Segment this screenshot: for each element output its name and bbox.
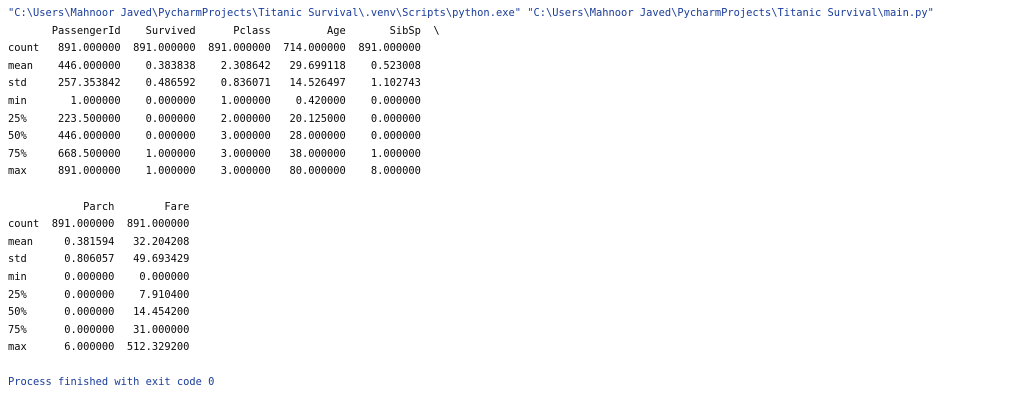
describe-table-2-row: std 0.806057 49.693429 [8, 253, 190, 266]
describe-table-2-header: Parch Fare [8, 200, 190, 213]
describe-table-2-row: 50% 0.000000 14.454200 [8, 306, 190, 319]
run-console-output[interactable]: "C:\Users\Mahnoor Javed\PycharmProjects\… [0, 0, 1024, 419]
describe-table-1-row: count 891.000000 891.000000 891.000000 7… [8, 42, 421, 55]
run-command-line: "C:\Users\Mahnoor Javed\PycharmProjects\… [8, 7, 934, 19]
describe-table-1-row: mean 446.000000 0.383838 2.308642 29.699… [8, 59, 421, 72]
describe-table-2-row: 75% 0.000000 31.000000 [8, 323, 190, 336]
describe-table-1-row: min 1.000000 0.000000 1.000000 0.420000 … [8, 94, 421, 107]
describe-table-2-row: mean 0.381594 32.204208 [8, 235, 190, 248]
describe-table-1-row: std 257.353842 0.486592 0.836071 14.5264… [8, 77, 421, 90]
describe-table-2-row: min 0.000000 0.000000 [8, 270, 190, 283]
process-exit-message: Process finished with exit code 0 [8, 376, 215, 389]
describe-table-1-row: 50% 446.000000 0.000000 3.000000 28.0000… [8, 130, 421, 143]
describe-table-2-row: 25% 0.000000 7.910400 [8, 288, 190, 301]
describe-table-2-row: max 6.000000 512.329200 [8, 341, 190, 354]
describe-table-1-row: 75% 668.500000 1.000000 3.000000 38.0000… [8, 147, 421, 160]
describe-table-1-row: 25% 223.500000 0.000000 2.000000 20.1250… [8, 112, 421, 125]
describe-table-2-row: count 891.000000 891.000000 [8, 218, 190, 231]
describe-table-1-row: max 891.000000 1.000000 3.000000 80.0000… [8, 165, 421, 178]
describe-table-1-header: PassengerId Survived Pclass Age SibSp \ [8, 24, 440, 37]
